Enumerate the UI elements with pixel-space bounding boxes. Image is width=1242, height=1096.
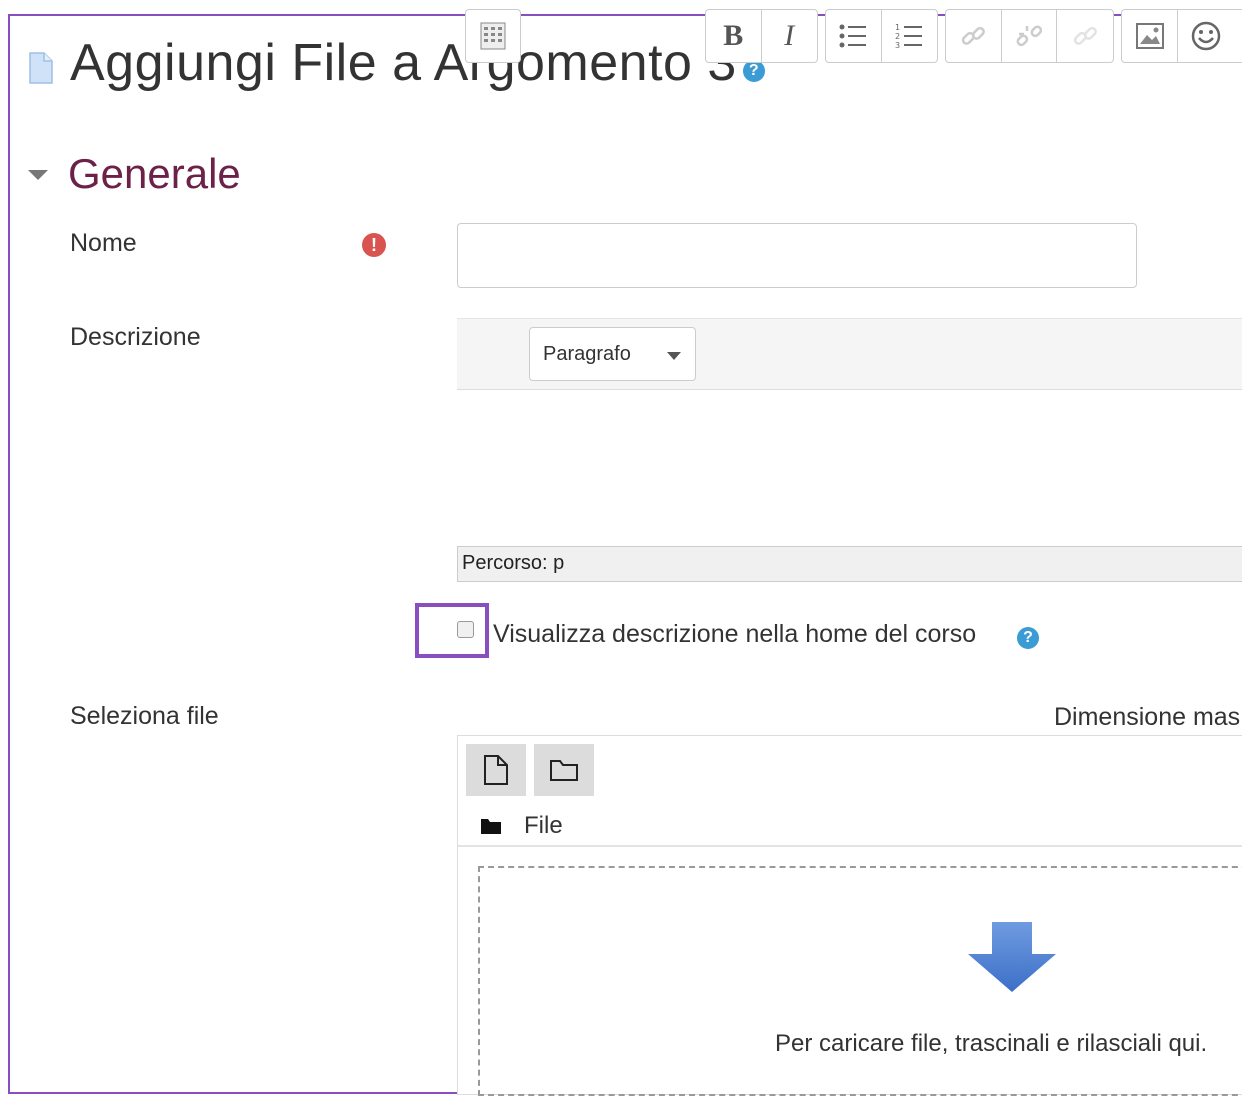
toggle-toolbar-button[interactable] <box>466 10 520 62</box>
display-description-label[interactable]: Visualizza descrizione nella home del co… <box>493 620 976 649</box>
max-size-label: Dimensione mas <box>1054 703 1241 731</box>
bold-icon: B <box>723 19 744 52</box>
unlink-icon <box>1016 25 1043 47</box>
name-input[interactable] <box>457 223 1137 288</box>
ordered-list-button[interactable]: 123 <box>882 10 938 62</box>
anchor-icon <box>1074 26 1098 45</box>
page-title: Aggiungi File a Argomento 3 <box>70 34 737 92</box>
unordered-list-icon <box>839 24 867 48</box>
svg-text:3: 3 <box>895 41 900 50</box>
checkbox-highlight <box>415 603 489 658</box>
toolbar-group-lists: 123 <box>825 9 938 63</box>
svg-text:1: 1 <box>895 23 900 32</box>
file-picker-path-label[interactable]: File <box>524 812 563 840</box>
help-icon[interactable]: ? <box>742 60 765 82</box>
link-icon <box>962 26 986 45</box>
paragraph-format-select[interactable]: Paragrafo <box>529 327 696 381</box>
dropzone-text: Per caricare file, trascinali e rilascia… <box>775 1030 1208 1057</box>
page-header: Aggiungi File a Argomento 3 ? <box>28 28 765 98</box>
chevron-down-icon <box>667 352 681 360</box>
link-button[interactable] <box>946 10 1002 62</box>
display-description-checkbox[interactable] <box>457 621 474 638</box>
caret-down-icon[interactable] <box>28 170 48 180</box>
description-label: Descrizione <box>70 323 201 351</box>
svg-text:2: 2 <box>895 32 900 41</box>
section-header-generale[interactable]: Generale <box>28 150 241 198</box>
italic-icon: I <box>784 19 795 52</box>
folder-icon <box>550 760 578 781</box>
editor-path-bar: Percorso: p <box>457 546 1242 582</box>
create-folder-button[interactable] <box>534 744 594 796</box>
toolbar-group-links <box>945 9 1114 63</box>
add-file-button[interactable] <box>466 744 526 796</box>
toggle-toolbar-icon <box>480 22 506 50</box>
help-icon[interactable]: ? <box>1017 627 1039 649</box>
file-icon <box>484 755 508 785</box>
required-icon: ! <box>362 233 386 257</box>
emoticon-button[interactable] <box>1178 10 1234 62</box>
bold-button[interactable]: B <box>706 10 762 62</box>
image-icon <box>1135 23 1164 49</box>
anchor-button[interactable] <box>1057 10 1113 62</box>
description-editor[interactable] <box>457 391 1242 545</box>
toolbar-group-style: B I <box>705 9 818 63</box>
ordered-list-icon: 123 <box>895 23 923 50</box>
paragraph-format-value: Paragrafo <box>543 342 631 365</box>
file-dropzone[interactable] <box>478 866 1242 1096</box>
toolbar-group-toggle <box>465 9 521 63</box>
italic-button[interactable]: I <box>762 10 818 62</box>
file-picker-path: File <box>480 812 563 840</box>
section-title: Generale <box>68 150 241 197</box>
toolbar-group-media <box>1121 9 1242 63</box>
file-icon <box>29 52 53 84</box>
divider <box>458 845 1242 847</box>
folder-icon <box>481 819 501 834</box>
select-file-label: Seleziona file <box>70 702 219 730</box>
emoticon-icon <box>1191 21 1221 51</box>
image-button[interactable] <box>1122 10 1178 62</box>
unlink-button[interactable] <box>1002 10 1058 62</box>
download-arrow-icon <box>968 922 1056 992</box>
name-label: Nome <box>70 229 137 257</box>
unordered-list-button[interactable] <box>826 10 882 62</box>
